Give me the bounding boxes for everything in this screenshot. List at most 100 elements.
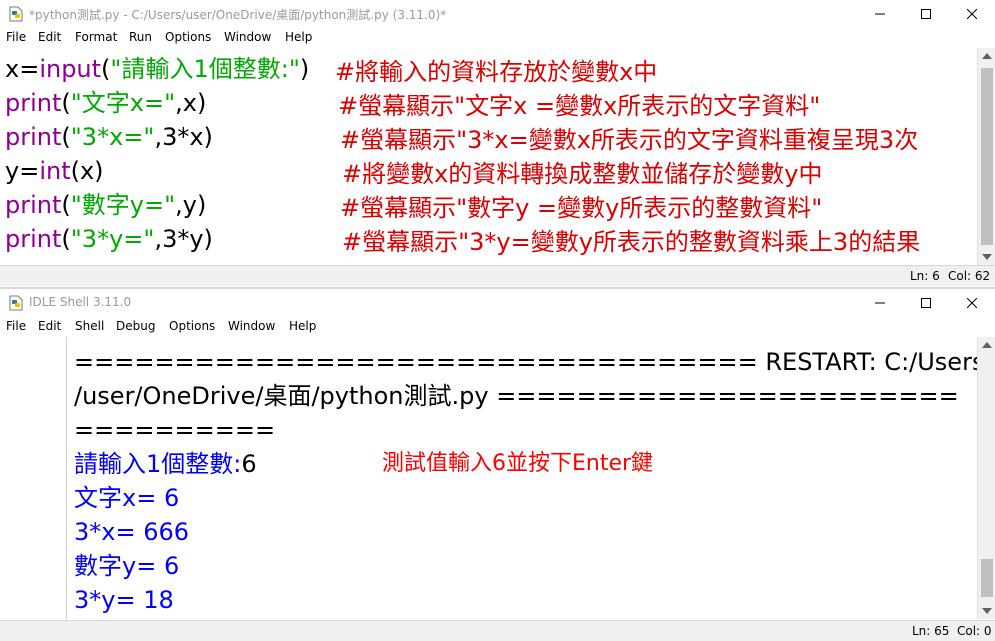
scroll-up-arrow-icon[interactable] [982, 342, 992, 348]
code-text: print("3*y=",3*y) [5, 225, 213, 253]
editor-column-number: Col: 62 [948, 269, 991, 283]
code-token: ,3*y) [154, 225, 213, 253]
close-icon [967, 9, 977, 19]
minimize-button[interactable] [857, 0, 903, 28]
editor-scroll-thumb[interactable] [981, 68, 993, 245]
menu-options[interactable]: Options [165, 30, 211, 44]
editor-window-title: *python測試.py - C:/Users/user/OneDrive/桌面… [29, 8, 447, 22]
menu-run[interactable]: Run [129, 30, 152, 44]
editor-line-number: Ln: 6 [910, 269, 940, 283]
code-text: print("3*x=",3*x) [5, 123, 213, 151]
menu-file[interactable]: File [6, 319, 26, 333]
shell-maximize-button[interactable] [903, 289, 949, 317]
close-button[interactable] [949, 0, 995, 28]
code-token: ( [61, 191, 71, 219]
code-text: y=int(x) [5, 157, 104, 185]
output-line: 3*x= 666 [74, 518, 190, 546]
shell-statusbar: Ln: 65 Col: 0 [0, 620, 995, 641]
maximize-button[interactable] [903, 0, 949, 28]
editor-statusbar: Ln: 6 Col: 62 [0, 265, 995, 286]
menu-file[interactable]: File [6, 30, 26, 44]
code-token: ( [61, 225, 71, 253]
restart-line: /user/OneDrive/桌面/python測試.py ==========… [74, 382, 959, 410]
output-line: 3*y= 18 [74, 586, 174, 614]
code-token: "3*x=" [70, 123, 155, 151]
code-token: ,3*x) [154, 123, 213, 151]
code-token: ,y) [175, 191, 207, 219]
minimize-icon [875, 302, 885, 304]
maximize-icon [921, 298, 931, 308]
code-comment: #螢幕顯示"3*x=變數x所表示的文字資料重複呈現3次 [340, 126, 919, 154]
menu-window[interactable]: Window [224, 30, 271, 44]
restart-line: ================================== RESTA… [74, 348, 977, 376]
shell-line-number: Ln: 65 [912, 624, 950, 638]
code-token: ( [61, 89, 71, 117]
code-token: x= [5, 55, 40, 83]
code-token: (x) [70, 157, 104, 185]
menu-help[interactable]: Help [289, 319, 316, 333]
code-comment: #螢幕顯示"3*y=變數y所表示的整數資料乘上3的結果 [342, 228, 921, 256]
scroll-up-arrow-icon[interactable] [982, 53, 992, 59]
code-token: print [5, 225, 62, 253]
editor-menubar: File Edit Format Run Options Window Help [0, 28, 995, 48]
menu-shell[interactable]: Shell [75, 319, 104, 333]
shell-window: IDLE Shell 3.11.0 File Edit Shell Debug … [0, 289, 995, 641]
code-token: ) [299, 55, 310, 83]
code-token: print [5, 123, 62, 151]
shell-scroll-thumb[interactable] [981, 559, 993, 597]
shell-menubar: File Edit Shell Debug Options Window Hel… [0, 317, 995, 337]
editor-window: *python測試.py - C:/Users/user/OneDrive/桌面… [0, 0, 995, 287]
scroll-down-arrow-icon[interactable] [982, 608, 992, 614]
code-line[interactable]: print("3*y=",3*y) #螢幕顯示"3*y=變數y所表示的整數資料乘上… [5, 222, 920, 256]
user-input-value: 6 [241, 450, 257, 478]
menu-format[interactable]: Format [75, 30, 117, 44]
code-text: print("數字y=",y) [5, 191, 206, 219]
menu-edit[interactable]: Edit [38, 319, 61, 333]
code-token: "數字y=" [70, 191, 176, 219]
code-editor[interactable]: x=input("請輸入1個整數:") #將輸入的資料存放於變數x中 print(… [0, 48, 977, 265]
code-line[interactable]: print("3*x=",3*x) #螢幕顯示"3*x=變數x所表示的文字資料重複… [5, 120, 918, 154]
shell-prompt-gutter [0, 337, 67, 619]
close-icon [967, 298, 977, 308]
input-prompt: 請輸入1個整數: [74, 450, 242, 478]
menu-debug[interactable]: Debug [116, 319, 155, 333]
shell-vertical-scrollbar[interactable] [977, 337, 995, 619]
code-line[interactable]: x=input("請輸入1個整數:") #將輸入的資料存放於變數x中 [5, 52, 657, 86]
code-token: int [39, 157, 71, 185]
code-comment: #將輸入的資料存放於變數x中 [335, 58, 658, 86]
editor-titlebar[interactable]: *python測試.py - C:/Users/user/OneDrive/桌面… [0, 0, 995, 28]
shell-output[interactable]: ================================== RESTA… [68, 337, 977, 619]
code-line[interactable]: print("數字y=",y) #螢幕顯示"數字y =變數y所表示的整數資料" [5, 188, 822, 222]
menu-window[interactable]: Window [228, 319, 275, 333]
menu-options[interactable]: Options [169, 319, 215, 333]
code-token: ,x) [175, 89, 207, 117]
python-file-icon [9, 6, 23, 22]
shell-minimize-button[interactable] [857, 289, 903, 317]
code-comment: #將變數x的資料轉換成整數並儲存於變數y中 [342, 160, 823, 188]
scroll-down-arrow-icon[interactable] [982, 254, 992, 260]
maximize-icon [921, 9, 931, 19]
code-token: ( [61, 123, 71, 151]
output-line: 文字x= 6 [74, 484, 180, 512]
code-token: print [5, 89, 62, 117]
input-prompt-line: 請輸入1個整數:6 [74, 447, 257, 481]
restart-line: ========== [74, 416, 276, 444]
code-text: x=input("請輸入1個整數:") [5, 55, 309, 83]
code-comment: #螢幕顯示"文字x =變數x所表示的文字資料" [338, 92, 821, 120]
code-line[interactable]: y=int(x) #將變數x的資料轉換成整數並儲存於變數y中 [5, 154, 823, 188]
code-token: y= [5, 157, 40, 185]
shell-window-title: IDLE Shell 3.11.0 [29, 295, 132, 309]
menu-edit[interactable]: Edit [38, 30, 61, 44]
editor-vertical-scrollbar[interactable] [977, 48, 995, 265]
code-line[interactable]: print("文字x=",x) #螢幕顯示"文字x =變數x所表示的文字資料" [5, 86, 820, 120]
menu-help[interactable]: Help [285, 30, 312, 44]
output-line: 數字y= 6 [74, 552, 180, 580]
annotation-note: 測試值輸入6並按下Enter鍵 [382, 451, 654, 476]
code-token: print [5, 191, 62, 219]
code-token: "文字x=" [70, 89, 176, 117]
minimize-icon [875, 13, 885, 15]
code-token: "請輸入1個整數:" [110, 55, 300, 83]
shell-close-button[interactable] [949, 289, 995, 317]
shell-titlebar[interactable]: IDLE Shell 3.11.0 [0, 289, 995, 317]
code-token: input [39, 55, 102, 83]
